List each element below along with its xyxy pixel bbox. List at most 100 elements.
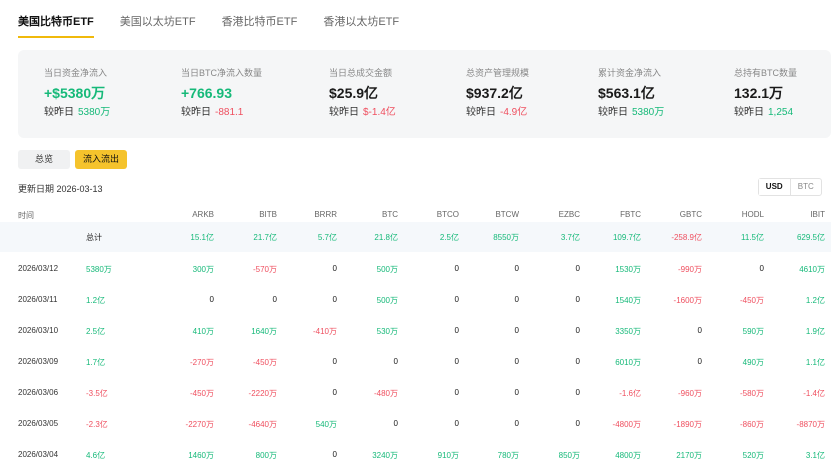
compare-value: 5380万	[78, 107, 111, 118]
table-cell: 4610万	[799, 265, 825, 274]
table-cell: 0	[332, 450, 337, 459]
summary-label: 当日BTC净流入数量	[181, 68, 263, 78]
col-header-btc[interactable]: BTC	[348, 210, 398, 219]
table-cell: -4800万	[612, 420, 641, 429]
table-cell: 0	[514, 388, 519, 397]
table-cell: 0	[575, 326, 580, 335]
col-header-bitb[interactable]: BITB	[227, 210, 277, 219]
table-cell: 0	[454, 264, 459, 273]
row-net-flow: 1.2亿	[86, 296, 106, 305]
summary-compare: 较昨日 $-1.4亿	[329, 107, 396, 119]
compare-value: 5380万	[632, 107, 665, 118]
summary-card: 当日总成交金额 $25.9亿较昨日 $-1.4亿	[329, 68, 396, 119]
table-cell: -580万	[739, 389, 764, 398]
table-cell: 520万	[742, 451, 764, 460]
summary-value: $937.2亿	[466, 85, 523, 101]
table-cell: 0	[514, 295, 519, 304]
table-cell: 1460万	[188, 451, 214, 460]
table-cell: 0	[332, 388, 337, 397]
table-cell: 0	[697, 326, 702, 335]
usd-toggle[interactable]: USD	[759, 179, 791, 195]
table-cell: 0	[575, 295, 580, 304]
total-cell: 21.8亿	[374, 233, 398, 242]
table-cell: -480万	[373, 389, 398, 398]
table-cell: 0	[393, 357, 398, 366]
row-net-flow: 2.5亿	[86, 327, 106, 336]
col-header-btcw[interactable]: BTCW	[469, 210, 519, 219]
table-cell: 1530万	[615, 265, 641, 274]
summary-compare: 较昨日 -881.1	[181, 107, 262, 119]
table-cell: 500万	[376, 296, 398, 305]
total-cell: -258.9亿	[671, 233, 702, 242]
tab-1[interactable]: 美国以太坊ETF	[120, 0, 196, 38]
summary-value: 132.1万	[734, 85, 784, 101]
etf-tabs: 美国比特币ETF 美国以太坊ETF 香港比特币ETF 香港以太坊ETF	[18, 0, 425, 38]
col-header-btco[interactable]: BTCO	[409, 210, 459, 219]
btc-toggle[interactable]: BTC	[791, 179, 822, 195]
compare-value: -881.1	[215, 107, 244, 118]
flow-button[interactable]: 流入流出	[75, 150, 127, 169]
table-cell: 0	[514, 326, 519, 335]
col-header-gbtc[interactable]: GBTC	[652, 210, 702, 219]
col-header-ibit[interactable]: IBIT	[775, 210, 825, 219]
summary-label: 当日总成交金额	[329, 68, 393, 78]
table-cell: -270万	[189, 358, 214, 367]
table-cell: 0	[575, 388, 580, 397]
total-cell: 8550万	[493, 233, 519, 242]
tab-3[interactable]: 香港以太坊ETF	[323, 0, 399, 38]
total-cell: 3.7亿	[560, 233, 580, 242]
table-cell: 0	[575, 357, 580, 366]
compare-value: -4.9亿	[500, 107, 528, 118]
row-net-flow: 1.7亿	[86, 358, 106, 367]
row-date: 2026/03/10	[18, 326, 59, 335]
table-cell: -450万	[739, 296, 764, 305]
table-cell: 590万	[742, 327, 764, 336]
total-cell: 15.1亿	[190, 233, 214, 242]
overview-button[interactable]: 总览	[18, 150, 70, 169]
table-cell: 0	[454, 295, 459, 304]
table-cell: 540万	[315, 420, 337, 429]
compare-label: 较昨日	[466, 107, 496, 118]
summary-compare: 较昨日 5380万	[44, 107, 110, 119]
col-header-ezbc[interactable]: EZBC	[530, 210, 580, 219]
summary-label: 总持有BTC数量	[734, 68, 798, 78]
compare-label: 较昨日	[329, 107, 359, 118]
total-cell: 11.5亿	[741, 233, 764, 242]
col-header-brrr[interactable]: BRRR	[287, 210, 337, 219]
col-header-fbtc[interactable]: FBTC	[591, 210, 641, 219]
row-net-flow: -2.3亿	[86, 420, 108, 429]
summary-value: $25.9亿	[329, 85, 379, 101]
table-cell: -450万	[189, 389, 214, 398]
table-cell: -410万	[312, 327, 337, 336]
table-cell: 0	[454, 357, 459, 366]
table-cell: -1600万	[673, 296, 702, 305]
compare-label: 较昨日	[181, 107, 211, 118]
compare-value: 1,254	[768, 107, 794, 118]
compare-label: 较昨日	[598, 107, 628, 118]
summary-panel: 当日资金净流入 +$5380万 较昨日 5380万 当日BTC净流入数量 +766.93 较…	[18, 50, 831, 138]
table-cell: 910万	[437, 451, 459, 460]
table-cell: -2220万	[248, 389, 277, 398]
tab-0[interactable]: 美国比特币ETF	[18, 0, 94, 38]
table-cell: 0	[454, 326, 459, 335]
table-cell: -570万	[252, 265, 277, 274]
table-cell: 0	[393, 419, 398, 428]
row-date: 2026/03/05	[18, 419, 59, 428]
table-cell: 0	[272, 295, 277, 304]
col-header-hodl[interactable]: HODL	[714, 210, 764, 219]
total-cell: 629.5亿	[796, 233, 825, 242]
compare-value: $-1.4亿	[363, 107, 396, 118]
table-cell: 300万	[192, 265, 214, 274]
table-cell: 0	[759, 264, 764, 273]
compare-label: 较昨日	[44, 107, 74, 118]
table-cell: 0	[332, 264, 337, 273]
col-header-arkb[interactable]: ARKB	[164, 210, 214, 219]
row-net-flow: -3.5亿	[86, 389, 108, 398]
tab-2[interactable]: 香港比特币ETF	[222, 0, 298, 38]
table-cell: 0	[575, 264, 580, 273]
table-cell: -1890万	[673, 420, 702, 429]
table-cell: 850万	[558, 451, 580, 460]
table-cell: 530万	[376, 327, 398, 336]
table-cell: 6010万	[615, 358, 641, 367]
table-cell: 1.1亿	[805, 358, 825, 367]
